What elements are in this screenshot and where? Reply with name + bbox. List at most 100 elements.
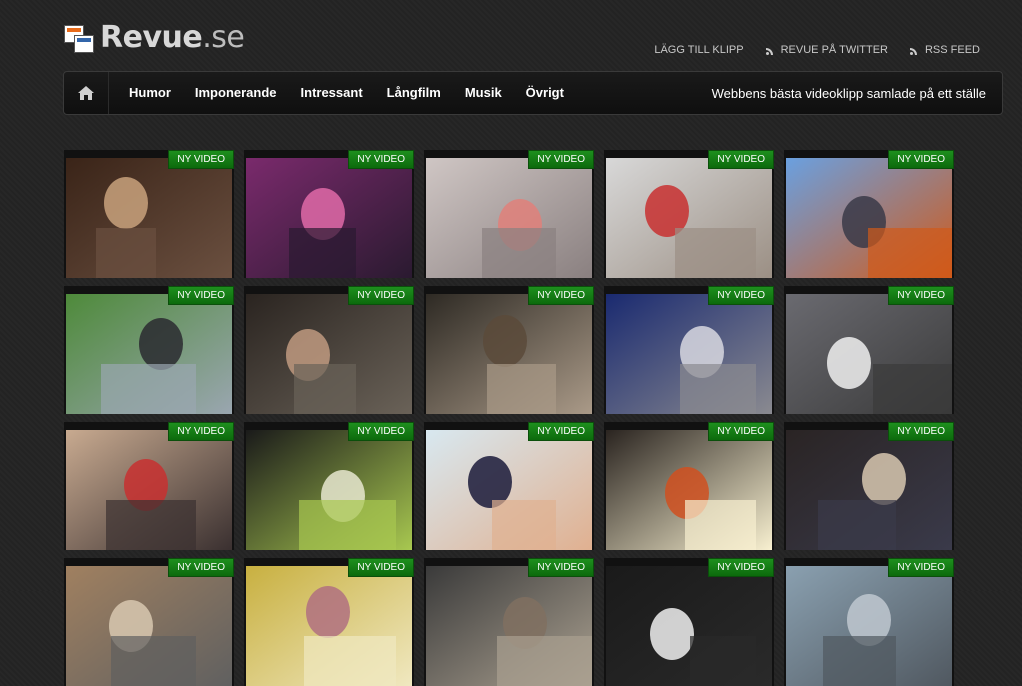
video-tile[interactable]: NY VIDEO [784,150,954,278]
thumbnail-image [66,158,232,278]
thumbnail-image [606,158,772,278]
nav-menu: Humor Imponerande Intressant Långfilm Mu… [117,72,576,114]
new-video-badge: NY VIDEO [708,150,774,169]
thumbnail-image [246,158,412,278]
home-button[interactable] [64,72,109,114]
new-video-badge: NY VIDEO [888,150,954,169]
video-tile[interactable]: NY VIDEO [64,422,234,550]
video-tile[interactable]: NY VIDEO [244,150,414,278]
nav-item-ovrigt[interactable]: Övrigt [514,72,576,114]
thumbnail-image [426,158,592,278]
new-video-badge: NY VIDEO [708,286,774,305]
video-tile[interactable]: NY VIDEO [784,558,954,686]
thumbnail-image [426,294,592,414]
video-thumbnail[interactable] [606,294,772,414]
site-name: Revue.se [100,20,245,55]
thumbnail-image [66,294,232,414]
video-thumbnail[interactable] [246,566,412,686]
video-tile[interactable]: NY VIDEO [64,286,234,414]
top-links: LÄGG TILL KLIPP REVUE PÅ TWITTER RSS FEE… [654,44,980,56]
new-video-badge: NY VIDEO [168,150,234,169]
rss-feed-link[interactable]: RSS FEED [909,44,980,56]
thumbnail-image [786,566,952,686]
video-thumbnail[interactable] [606,566,772,686]
add-clip-link[interactable]: LÄGG TILL KLIPP [654,44,743,56]
new-video-badge: NY VIDEO [888,286,954,305]
new-video-badge: NY VIDEO [528,286,594,305]
video-tile[interactable]: NY VIDEO [424,558,594,686]
video-thumbnail[interactable] [246,158,412,278]
video-thumbnail[interactable] [606,158,772,278]
new-video-badge: NY VIDEO [348,150,414,169]
thumbnail-image [786,158,952,278]
video-thumbnail[interactable] [66,158,232,278]
nav-item-intressant[interactable]: Intressant [289,72,375,114]
new-video-badge: NY VIDEO [528,422,594,441]
site-tagline: Webbens bästa videoklipp samlade på ett … [711,85,986,101]
video-tile[interactable]: NY VIDEO [784,422,954,550]
video-thumbnail[interactable] [426,430,592,550]
video-tile[interactable]: NY VIDEO [604,558,774,686]
video-tile[interactable]: NY VIDEO [604,150,774,278]
thumbnail-image [786,294,952,414]
video-thumbnail[interactable] [66,430,232,550]
video-tile[interactable]: NY VIDEO [244,422,414,550]
video-tile[interactable]: NY VIDEO [424,422,594,550]
new-video-badge: NY VIDEO [708,558,774,577]
thumbnail-image [426,430,592,550]
twitter-link[interactable]: REVUE PÅ TWITTER [765,44,888,56]
thumbnail-image [246,294,412,414]
new-video-badge: NY VIDEO [888,422,954,441]
thumbnail-image [426,566,592,686]
video-thumbnail[interactable] [786,158,952,278]
video-tile[interactable]: NY VIDEO [424,150,594,278]
site-logo[interactable]: Revue.se [64,20,245,55]
video-tile[interactable]: NY VIDEO [784,286,954,414]
nav-item-musik[interactable]: Musik [453,72,514,114]
thumbnail-image [66,566,232,686]
nav-item-langfilm[interactable]: Långfilm [375,72,453,114]
video-tile[interactable]: NY VIDEO [424,286,594,414]
rss-icon [765,46,775,55]
new-video-badge: NY VIDEO [168,422,234,441]
add-clip-label: LÄGG TILL KLIPP [654,44,744,56]
thumbnail-image [66,430,232,550]
video-tile[interactable]: NY VIDEO [604,286,774,414]
thumbnail-image [786,430,952,550]
thumbnail-image [606,566,772,686]
video-thumbnail[interactable] [786,294,952,414]
video-thumbnail[interactable] [786,430,952,550]
main-nav: Humor Imponerande Intressant Långfilm Mu… [63,71,1003,115]
thumbnail-image [246,430,412,550]
nav-item-humor[interactable]: Humor [117,72,183,114]
video-tile[interactable]: NY VIDEO [244,558,414,686]
video-tile[interactable]: NY VIDEO [604,422,774,550]
new-video-badge: NY VIDEO [888,558,954,577]
video-thumbnail[interactable] [606,430,772,550]
thumbnail-image [606,294,772,414]
thumbnail-image [246,566,412,686]
new-video-badge: NY VIDEO [528,150,594,169]
nav-item-imponerande[interactable]: Imponerande [183,72,289,114]
video-thumbnail[interactable] [66,566,232,686]
video-thumbnail[interactable] [246,294,412,414]
thumbnail-image [606,430,772,550]
new-video-badge: NY VIDEO [708,422,774,441]
video-grid: NY VIDEO NY VIDEO NY VIDEO NY VIDEO NY VIDEO… [64,150,954,686]
new-video-badge: NY VIDEO [348,286,414,305]
video-tile[interactable]: NY VIDEO [64,150,234,278]
video-thumbnail[interactable] [426,158,592,278]
video-tile[interactable]: NY VIDEO [244,286,414,414]
new-video-badge: NY VIDEO [348,558,414,577]
video-thumbnail[interactable] [246,430,412,550]
video-thumbnail[interactable] [426,566,592,686]
video-thumbnail[interactable] [786,566,952,686]
new-video-badge: NY VIDEO [348,422,414,441]
new-video-badge: NY VIDEO [168,558,234,577]
twitter-label: REVUE PÅ TWITTER [780,44,888,56]
home-icon [78,86,94,100]
video-thumbnail[interactable] [426,294,592,414]
video-tile[interactable]: NY VIDEO [64,558,234,686]
video-thumbnail[interactable] [66,294,232,414]
rss-feed-label: RSS FEED [924,44,980,56]
